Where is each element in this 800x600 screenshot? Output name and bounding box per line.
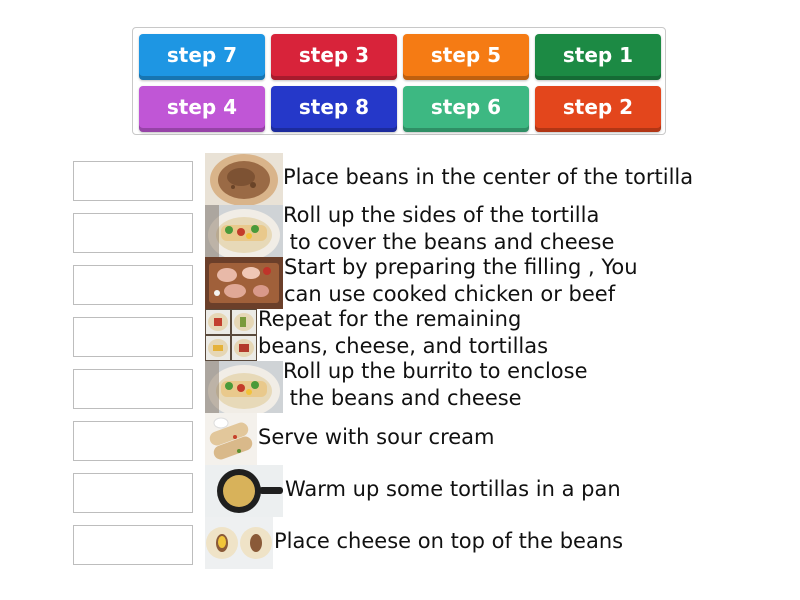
step-description: Roll up the sides of the tortilla to cov…: [283, 202, 614, 256]
step-description: Serve with sour cream: [258, 424, 495, 451]
drop-slot[interactable]: [73, 525, 193, 565]
description-line: Place beans in the center of the tortill…: [283, 165, 694, 189]
step-description: Warm up some tortillas in a pan: [285, 476, 621, 503]
tile-step-2[interactable]: step 2: [535, 86, 661, 132]
drop-slot[interactable]: [73, 473, 193, 513]
description-line: can use cooked chicken or beef: [284, 282, 616, 306]
raw-chicken-photo: [205, 257, 283, 309]
tile-step-4[interactable]: step 4: [139, 86, 265, 132]
tile-step-1[interactable]: step 1: [535, 34, 661, 80]
description-line: Start by preparing the filling , You: [284, 255, 638, 279]
beans-on-tortilla-photo: [205, 153, 283, 205]
description-line: Warm up some tortillas in a pan: [285, 477, 621, 501]
drop-slot[interactable]: [73, 265, 193, 305]
drop-slot[interactable]: [73, 317, 193, 357]
description-line: Roll up the sides of the tortilla: [283, 203, 600, 227]
tile-step-3[interactable]: step 3: [271, 34, 397, 80]
description-line: beans, cheese, and tortillas: [258, 334, 549, 358]
step-description: Roll up the burrito to enclose the beans…: [283, 358, 588, 412]
tortilla-in-pan-photo: [205, 465, 283, 517]
drop-slot[interactable]: [73, 161, 193, 201]
step-description: Place beans in the center of the tortill…: [283, 164, 693, 191]
description-line: Place cheese on top of the beans: [274, 529, 624, 553]
tile-step-5[interactable]: step 5: [403, 34, 529, 80]
drop-slot[interactable]: [73, 213, 193, 253]
step-description: Place cheese on top of the beans: [274, 528, 623, 555]
step-description: Repeat for the remaining beans, cheese, …: [258, 306, 548, 360]
step-description: Start by preparing the filling , You can…: [284, 254, 638, 308]
rolled-burrito-photo: [205, 361, 283, 413]
tile-step-6[interactable]: step 6: [403, 86, 529, 132]
drop-slot[interactable]: [73, 421, 193, 461]
tile-bank: step 7 step 3 step 5 step 1 step 4 step …: [132, 27, 666, 135]
description-line: to cover the beans and cheese: [283, 230, 615, 254]
description-line: Roll up the burrito to enclose: [283, 359, 588, 383]
rolled-tortilla-photo: [205, 205, 283, 257]
description-line: Repeat for the remaining: [258, 307, 522, 331]
drop-slot[interactable]: [73, 369, 193, 409]
tile-step-8[interactable]: step 8: [271, 86, 397, 132]
burritos-with-sour-cream-photo: [205, 413, 257, 465]
tile-step-7[interactable]: step 7: [139, 34, 265, 80]
description-line: Serve with sour cream: [258, 425, 495, 449]
tortilla-steps-grid-photo: [205, 309, 257, 361]
description-line: the beans and cheese: [283, 386, 522, 410]
cheese-on-beans-photo: [205, 517, 273, 569]
